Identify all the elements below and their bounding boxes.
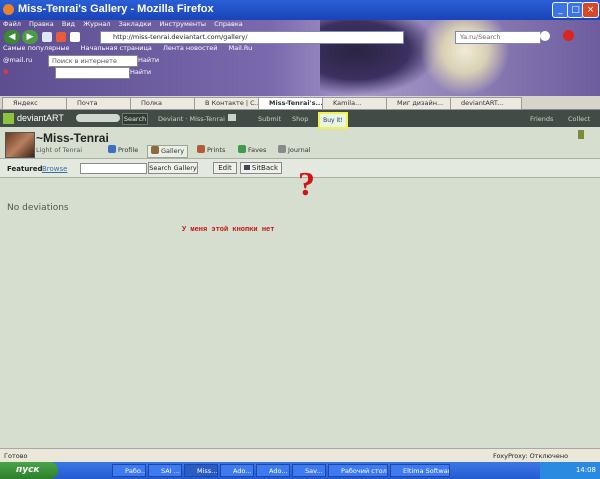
deviantart-search-input[interactable] [76,114,120,122]
menu-edit[interactable]: Правка [29,20,54,28]
taskbar-item-3[interactable]: Miss... [184,464,218,477]
close-button[interactable]: × [582,2,599,18]
taskbar-item-4[interactable]: Ado... [220,464,254,477]
bookmark-news[interactable]: Лента новостей [163,44,218,52]
window-titlebar: Miss-Tenrai's Gallery - Mozilla Firefox … [0,0,600,20]
menu-bookmarks[interactable]: Закладки [119,20,152,28]
clock: 14:08 [575,466,596,474]
menu-tools[interactable]: Инструменты [160,20,207,28]
tab-yandex[interactable]: Яндекс [2,97,74,110]
deviantart-logo-icon [3,113,14,124]
browser-statusbar: Готово FoxyProxy: Отключено [0,448,600,463]
menu-view[interactable]: Вид [62,20,75,28]
bookmark-home[interactable]: Начальная страница [81,44,152,52]
start-button[interactable]: пуск [0,462,58,479]
journal-icon [278,145,286,153]
browser-search-input[interactable]: Ya.ru/Search [455,31,541,44]
taskbar-item-2[interactable]: SAI ... [148,464,182,477]
taskbar-item-5[interactable]: Ado... [256,464,290,477]
tab-miss-tenrai[interactable]: Miss-Tenrai's... [258,97,330,110]
shop-link[interactable]: Shop [292,115,308,123]
messages-icon[interactable] [228,114,236,121]
profile-username[interactable]: ~Miss-Tenrai [36,131,109,145]
gallery-icon [151,146,159,154]
tab-kamila[interactable]: Kamila... [322,97,394,110]
browse-link[interactable]: Browse [42,165,68,173]
prints-icon [197,145,205,153]
deviantart-search-button[interactable]: Search [122,113,148,125]
annotation-question-mark: ? [298,166,315,203]
url-input[interactable]: http://miss-tenrai.deviantart.com/galler… [100,31,404,44]
taskbar-item-1[interactable]: Рабо... [112,464,146,477]
edit-button[interactable]: Edit [213,162,237,174]
gallery-search-input[interactable] [80,163,147,174]
taskbar-item-8[interactable]: Eltima Software [390,464,450,477]
tab-profile[interactable]: Profile [108,145,138,156]
tab-prints[interactable]: Prints [197,145,225,156]
stop-icon[interactable] [56,32,66,42]
buy-it-badge[interactable]: Buy it! [318,112,348,129]
tab-vkontakte[interactable]: В Контакте | С... [194,97,266,110]
mailru-logo: @mail.ru [3,56,33,64]
tab-mail[interactable]: Почта [66,97,138,110]
sitback-button[interactable]: SitBack [240,162,282,174]
bookmark-mailru[interactable]: Mail.Ru [229,44,253,52]
mailru-search-input[interactable]: Поиск в интернете [48,55,138,67]
annotation-note: У меня этой кнопки нет [182,226,275,234]
bookmark-most-visited[interactable]: Самые популярные [3,44,70,52]
menu-history[interactable]: Журнал [83,20,110,28]
taskbar-item-6[interactable]: Sav... [292,464,326,477]
system-tray: 14:08 [540,462,600,479]
profile-tagline: Light of Tenrai [36,146,83,154]
window-title: Miss-Tenrai's Gallery - Mozilla Firefox [18,3,214,15]
yandex-toolbar: Я [3,68,17,80]
mailru-toolbar: @mail.ru [3,56,41,68]
yandex-search-input[interactable] [55,67,130,79]
tab-journal[interactable]: Journal [278,145,310,156]
firefox-icon [3,4,14,15]
menu-bar: Файл Правка Вид Журнал Закладки Инструме… [3,20,249,30]
home-icon[interactable] [70,32,80,42]
submit-link[interactable]: Submit [258,115,281,123]
taskbar-item-7[interactable]: Рабочий стол [328,464,388,477]
foxyproxy-status[interactable]: FoxyProxy: Отключено [493,449,568,463]
friends-link[interactable]: Friends [530,115,553,123]
tab-polka[interactable]: Полка [130,97,202,110]
deviant-user-menu[interactable]: Deviant · Miss-Tenrai [158,115,225,123]
avatar[interactable] [5,132,35,158]
menu-help[interactable]: Справка [214,20,243,28]
forward-button[interactable]: ▶ [22,30,38,44]
tab-deviantart[interactable]: deviantART... [450,97,522,110]
monitor-icon [243,165,250,170]
profile-widget-icon[interactable] [578,130,584,139]
back-button[interactable]: ◀ [4,30,20,44]
reload-icon[interactable] [42,32,52,42]
tab-faves[interactable]: Faves [238,145,266,156]
adblock-icon[interactable] [563,30,574,41]
deviantart-topbar: deviantART Search Deviant · Miss-Tenrai … [0,110,600,129]
status-text: Готово [4,452,28,460]
deviantart-logo[interactable]: deviantART [17,113,64,123]
featured-label[interactable]: Featured [7,165,43,173]
search-engine-icon[interactable] [540,31,550,41]
collect-link[interactable]: Collect [568,115,590,123]
search-gallery-button[interactable]: Search Gallery [148,162,198,174]
tab-gallery[interactable]: Gallery [147,145,189,158]
mailru-find-button[interactable]: Найти [138,56,159,68]
faves-icon [238,145,246,153]
yandex-logo: Я [3,68,9,76]
profile-icon [108,145,116,153]
tab-design[interactable]: Миг дизайн... [386,97,458,110]
empty-gallery-message: No deviations [7,203,69,213]
menu-file[interactable]: Файл [3,20,21,28]
yandex-find-button[interactable]: Найти [130,68,151,80]
